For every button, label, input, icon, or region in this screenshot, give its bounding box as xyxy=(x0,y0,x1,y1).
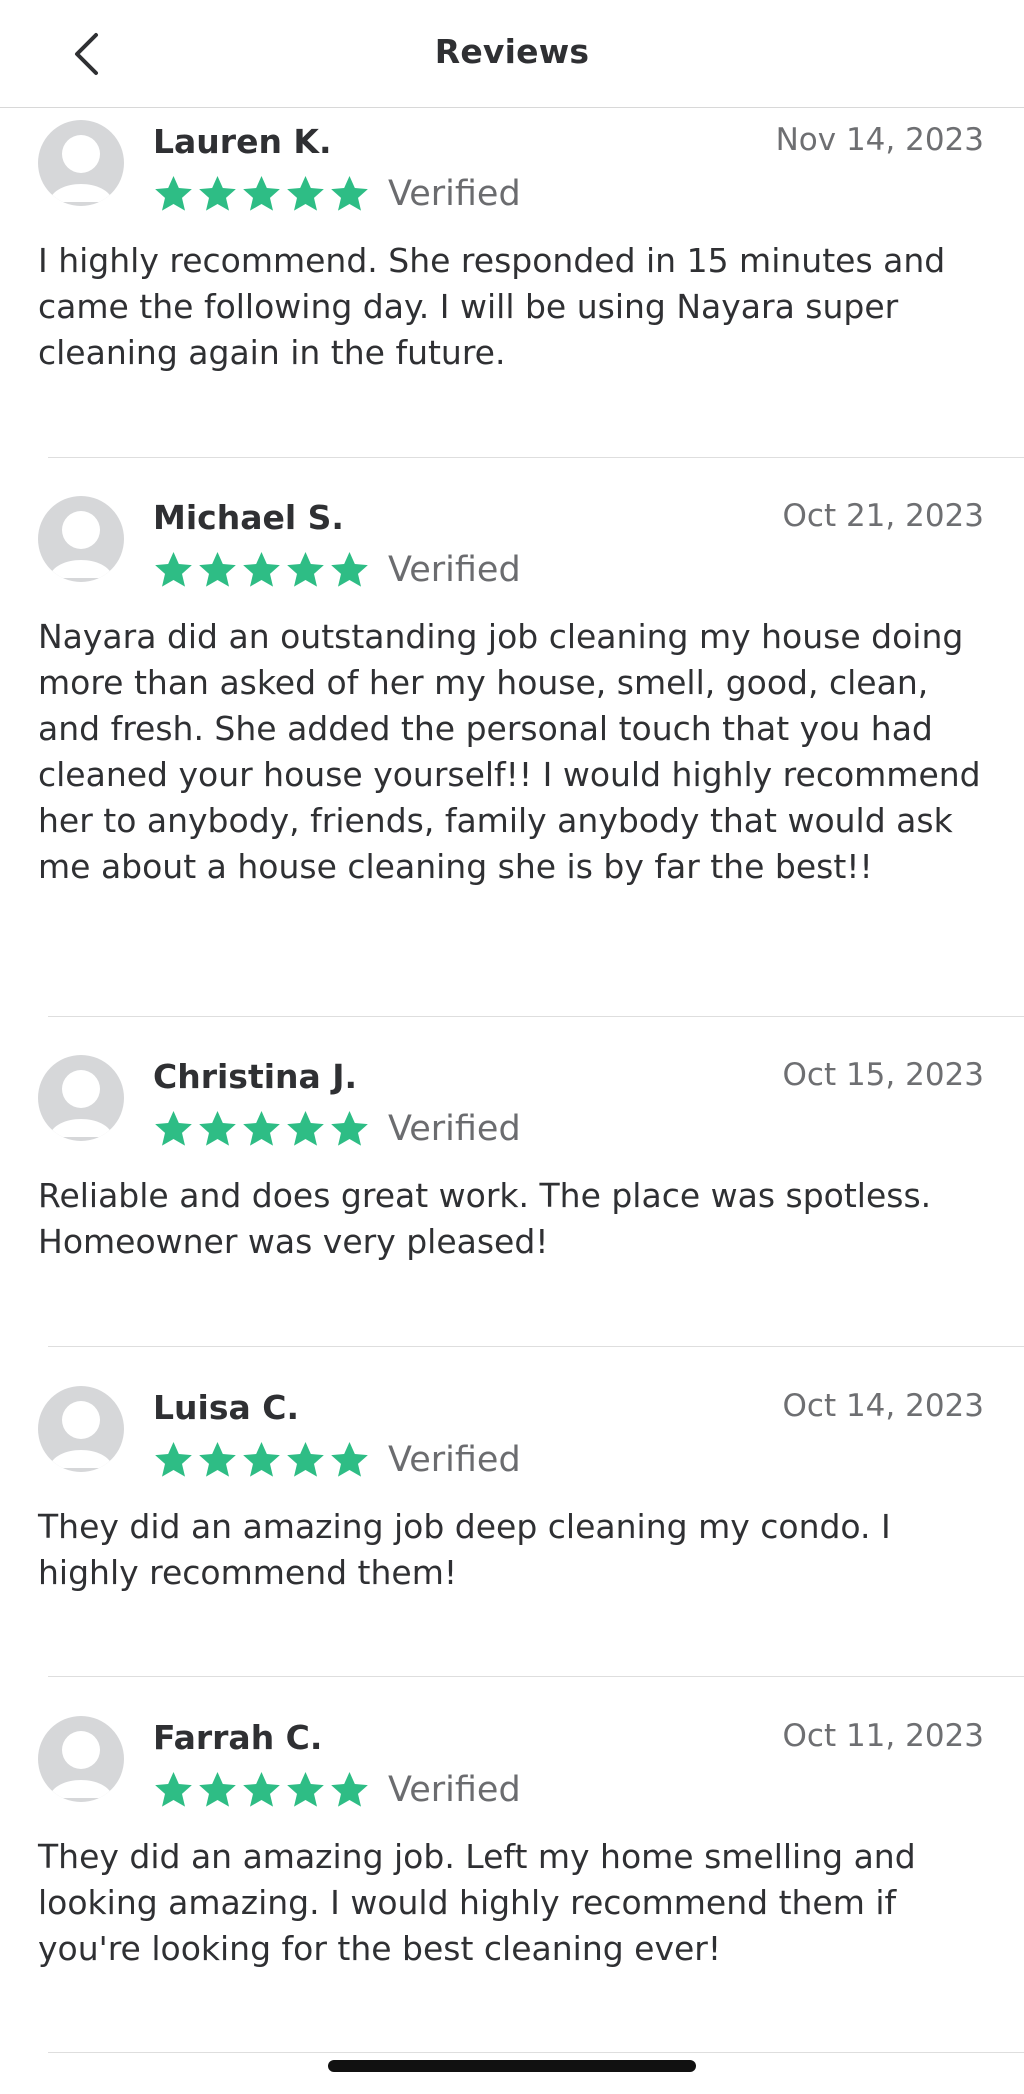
user-icon xyxy=(49,1401,113,1468)
star-icon xyxy=(199,176,236,211)
verified-label: Verified xyxy=(388,1109,521,1149)
star-icon xyxy=(155,176,192,211)
rating-row: Verified xyxy=(153,1107,521,1151)
reviewer-name: Farrah C. xyxy=(153,1718,323,1757)
star-icon xyxy=(155,1111,192,1146)
star-icon xyxy=(287,1442,324,1477)
star-icon xyxy=(155,1442,192,1477)
avatar xyxy=(38,1055,124,1141)
star-icon xyxy=(243,1111,280,1146)
star-icon xyxy=(155,1772,192,1807)
review-text: Nayara did an outstanding job cleaning m… xyxy=(38,617,981,886)
star-rating xyxy=(153,1440,370,1480)
page-title: Reviews xyxy=(434,32,590,71)
star-icon xyxy=(331,1111,368,1146)
user-icon xyxy=(49,511,113,578)
review-text: They did an amazing job. Left my home sm… xyxy=(38,1837,916,1968)
divider xyxy=(48,457,1024,458)
rating-row: Verified xyxy=(153,1438,521,1482)
divider xyxy=(48,1676,1024,1677)
reviewer-name: Luisa C. xyxy=(153,1388,299,1427)
verified-label: Verified xyxy=(388,550,521,590)
star-icon xyxy=(331,1442,368,1477)
reviewer-name: Christina J. xyxy=(153,1057,358,1096)
avatar xyxy=(38,496,124,582)
star-icon xyxy=(287,552,324,587)
avatar xyxy=(38,120,124,206)
divider xyxy=(48,2052,1024,2053)
star-icon xyxy=(331,176,368,211)
reviewer-name: Michael S. xyxy=(153,498,344,537)
star-icon xyxy=(199,552,236,587)
navigation-header: Reviews xyxy=(0,0,1024,108)
divider xyxy=(48,1346,1024,1347)
user-icon xyxy=(49,135,113,202)
review-text: They did an amazing job deep cleaning my… xyxy=(38,1507,891,1592)
review-date: Nov 14, 2023 xyxy=(775,122,984,158)
star-rating xyxy=(153,550,370,590)
rating-row: Verified xyxy=(153,1768,521,1812)
verified-label: Verified xyxy=(388,1440,521,1480)
star-icon xyxy=(331,1772,368,1807)
star-icon xyxy=(287,176,324,211)
star-icon xyxy=(155,552,192,587)
star-icon xyxy=(287,1772,324,1807)
star-icon xyxy=(199,1111,236,1146)
star-rating xyxy=(153,1770,370,1810)
star-rating xyxy=(153,1109,370,1149)
star-icon xyxy=(199,1442,236,1477)
star-icon xyxy=(287,1111,324,1146)
star-icon xyxy=(243,1772,280,1807)
star-icon xyxy=(199,1772,236,1807)
user-icon xyxy=(49,1070,113,1137)
star-icon xyxy=(331,552,368,587)
divider xyxy=(48,1016,1024,1017)
rating-row: Verified xyxy=(153,548,521,592)
star-icon xyxy=(243,552,280,587)
review-date: Oct 15, 2023 xyxy=(782,1057,985,1093)
rating-row: Verified xyxy=(153,172,521,216)
user-icon xyxy=(49,1731,113,1798)
star-rating xyxy=(153,174,370,214)
star-icon xyxy=(243,176,280,211)
reviews-screen: Reviews Lauren K. Nov 14, 2023 Verified … xyxy=(0,0,1024,2094)
avatar xyxy=(38,1386,124,1472)
home-indicator[interactable] xyxy=(328,2060,696,2072)
review-text: I highly recommend. She responded in 15 … xyxy=(38,241,946,372)
review-text: Reliable and does great work. The place … xyxy=(38,1176,932,1261)
verified-label: Verified xyxy=(388,174,521,214)
reviewer-name: Lauren K. xyxy=(153,122,332,161)
verified-label: Verified xyxy=(388,1770,521,1810)
review-date: Oct 11, 2023 xyxy=(782,1718,985,1754)
avatar xyxy=(38,1716,124,1802)
review-date: Oct 14, 2023 xyxy=(782,1388,985,1424)
star-icon xyxy=(243,1442,280,1477)
review-date: Oct 21, 2023 xyxy=(782,498,985,534)
